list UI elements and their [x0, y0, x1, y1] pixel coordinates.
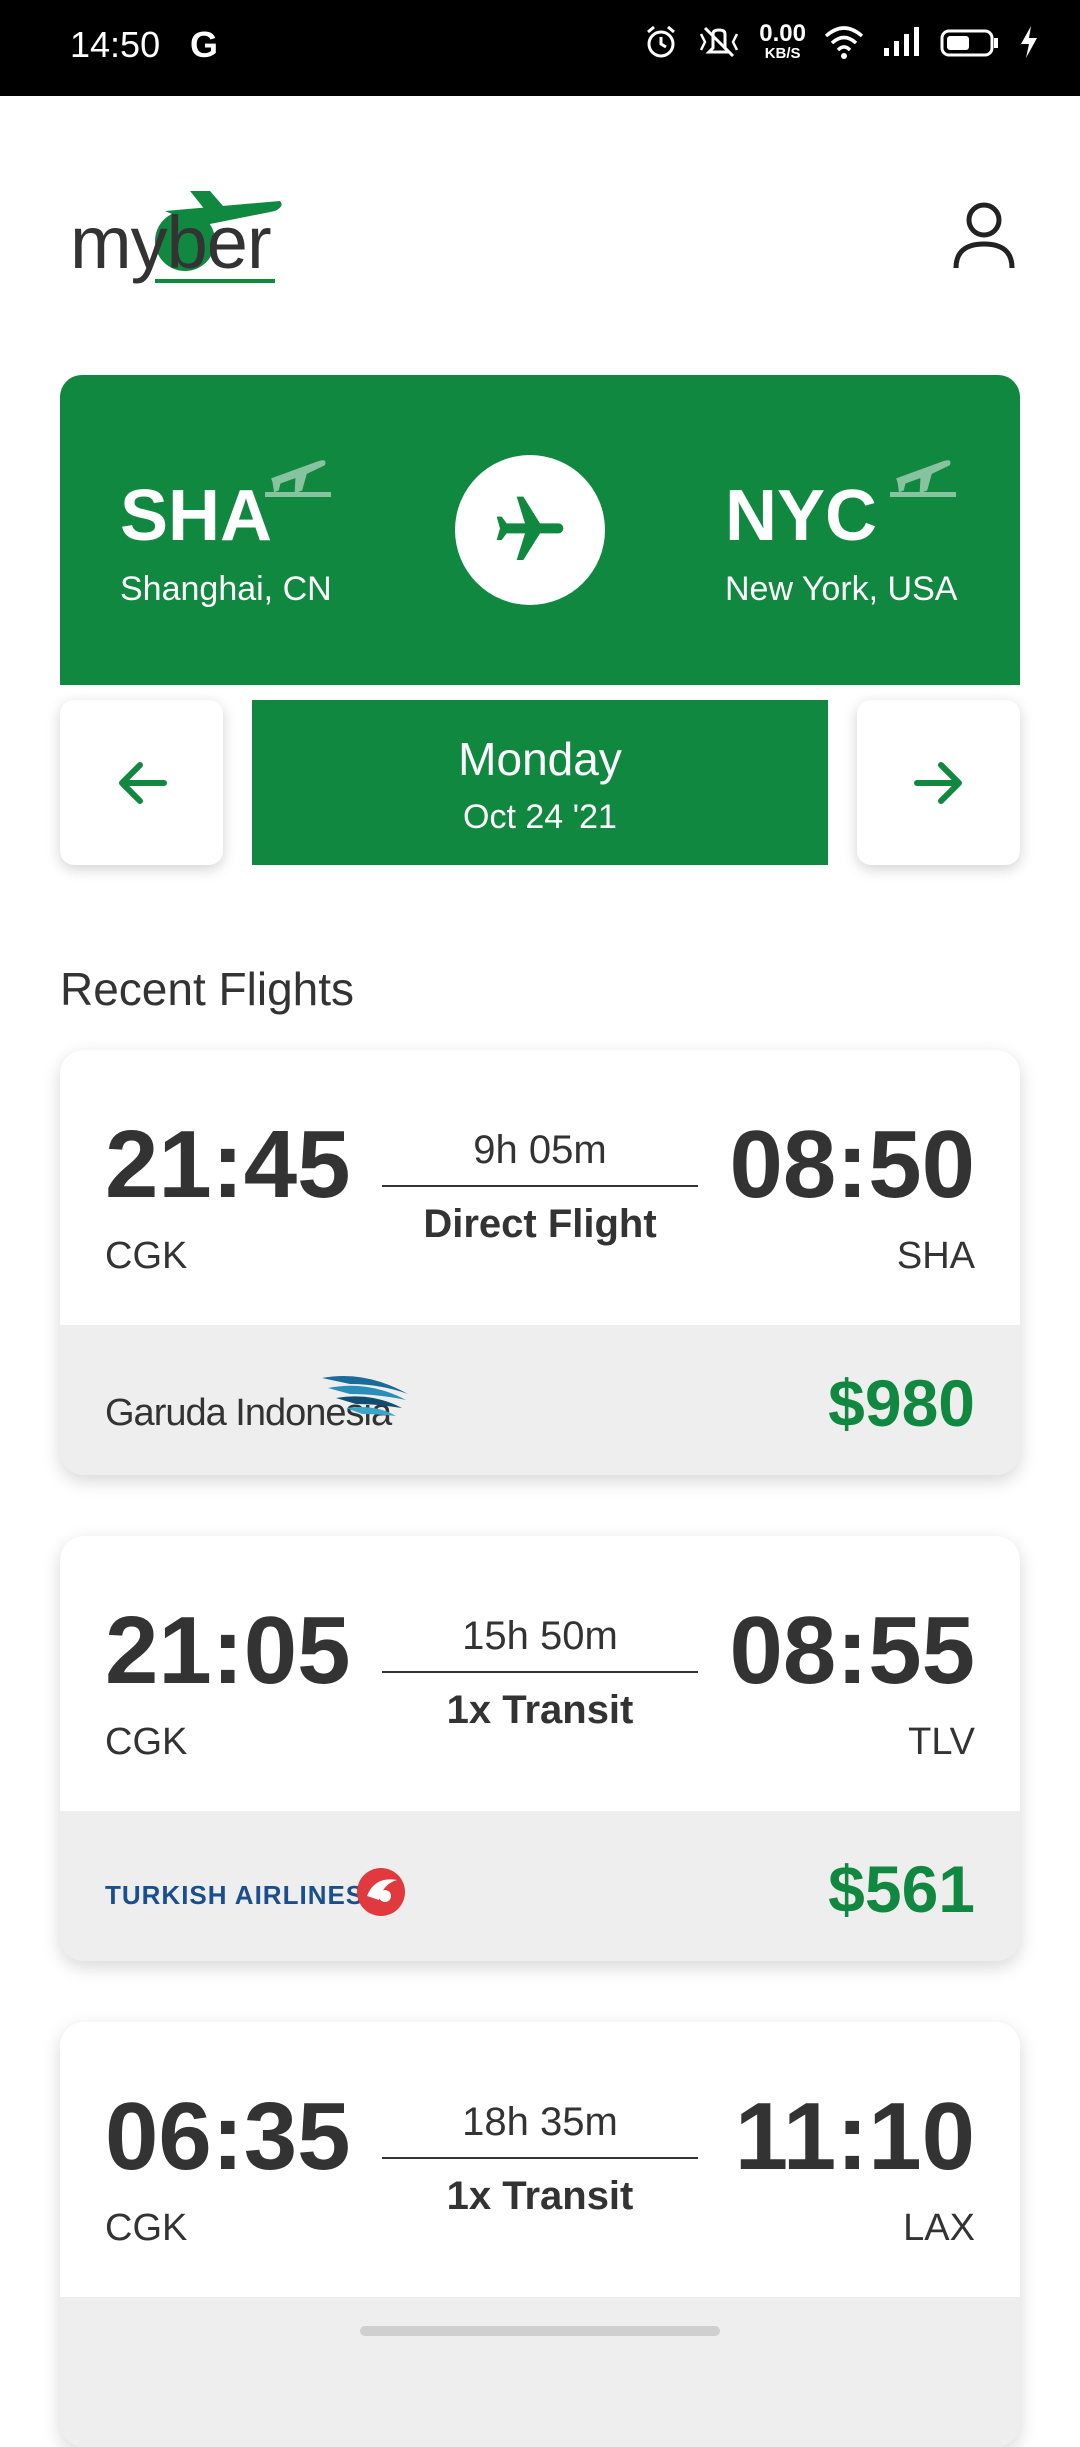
signal-icon — [884, 26, 919, 56]
origin-code[interactable]: SHA — [120, 475, 272, 557]
turkish-logo-icon — [357, 1868, 405, 1916]
status-time: 14:50 — [70, 24, 161, 65]
departure-airport: CGK — [105, 1235, 188, 1277]
duration-divider — [382, 1671, 698, 1673]
next-date-button[interactable] — [857, 700, 1020, 865]
flight-card[interactable]: 21:05 CGK 15h 50m 1x Transit 08:55 TLV T… — [60, 1536, 1020, 1961]
arrival-time: 08:50 — [729, 1111, 975, 1218]
flight-type: Direct Flight — [423, 1202, 657, 1246]
profile-button[interactable] — [950, 200, 1018, 272]
flight-footer: Garuda Indonesia $980 — [60, 1325, 1020, 1475]
previous-date-button[interactable] — [60, 700, 223, 865]
arrival-time: 08:55 — [729, 1597, 975, 1704]
flight-type: 1x Transit — [446, 1688, 634, 1732]
garuda-bird-icon — [322, 1376, 408, 1416]
airline-logo: Garuda Indonesia — [105, 1370, 425, 1440]
flight-type: 1x Transit — [446, 2174, 634, 2218]
flight-card[interactable]: 06:35 CGK 18h 35m 1x Transit 11:10 LAX — [60, 2022, 1020, 2447]
airline-name: TURKISH AIRLINES — [105, 1880, 365, 1910]
arrival-airport: TLV — [908, 1721, 975, 1763]
departure-time: 06:35 — [105, 2083, 351, 2190]
flight-price: $980 — [828, 1366, 975, 1440]
alarm-icon — [647, 25, 676, 57]
departure-time: 21:05 — [105, 1597, 351, 1704]
flight-duration: 18h 35m — [462, 2100, 618, 2144]
user-icon — [953, 202, 1015, 269]
swap-route-button[interactable] — [455, 455, 605, 605]
duration-divider — [382, 1185, 698, 1187]
network-speed: 0.00 KB/S — [759, 20, 806, 62]
section-title: Recent Flights — [60, 963, 355, 1015]
airline-logo: TURKISH AIRLINES — [105, 1856, 425, 1926]
airplane-icon — [496, 496, 564, 560]
arrival-time: 11:10 — [734, 2083, 975, 2190]
home-indicator[interactable] — [360, 2326, 720, 2336]
departure-time: 21:45 — [105, 1111, 351, 1218]
departure-icon — [890, 460, 956, 497]
duration-divider — [382, 2157, 698, 2159]
date-day: Monday — [458, 733, 622, 785]
charging-icon — [1021, 25, 1037, 58]
arrow-left-icon — [118, 761, 167, 804]
flight-card[interactable]: 21:45 CGK 9h 05m Direct Flight 08:50 SHA… — [60, 1050, 1020, 1475]
destination-city: New York, USA — [725, 570, 958, 608]
origin-city: Shanghai, CN — [120, 570, 332, 608]
myber-logo: myber — [70, 186, 290, 286]
wifi-icon — [824, 25, 864, 59]
flight-footer: TURKISH AIRLINES $561 — [60, 1811, 1020, 1961]
departure-icon — [265, 460, 331, 497]
destination-code[interactable]: NYC — [725, 475, 877, 557]
departure-airport: CGK — [105, 1721, 188, 1763]
flight-duration: 15h 50m — [462, 1614, 618, 1658]
departure-airport: CGK — [105, 2207, 188, 2249]
vibrate-icon — [700, 26, 739, 57]
carrier-icon: G — [190, 24, 219, 65]
flight-footer — [60, 2297, 1020, 2447]
arrow-right-icon — [913, 761, 962, 804]
selected-date[interactable]: Monday Oct 24 '21 — [252, 700, 828, 865]
route-card: SHA Shanghai, CN NYC New York, USA — [60, 375, 1020, 685]
arrival-airport: LAX — [903, 2207, 975, 2249]
arrival-airport: SHA — [896, 1235, 975, 1277]
flight-price: $561 — [828, 1852, 975, 1926]
flight-duration: 9h 05m — [473, 1128, 607, 1172]
battery-icon — [940, 29, 998, 56]
status-bar: 14:50 G 0.00 KB/S — [0, 0, 1080, 96]
date-value: Oct 24 '21 — [463, 798, 617, 836]
logo-text: myber — [70, 201, 272, 284]
